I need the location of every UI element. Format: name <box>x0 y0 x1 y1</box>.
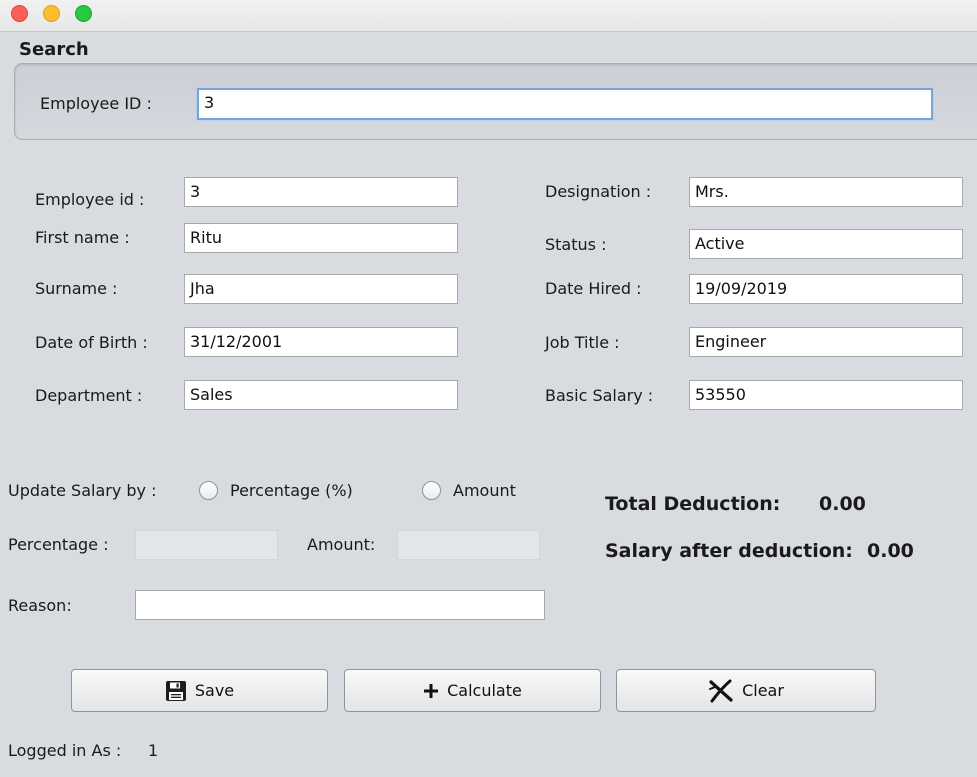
close-window-button[interactable] <box>11 5 28 22</box>
amount-radio-label[interactable]: Amount <box>453 481 516 500</box>
surname-label: Surname : <box>35 279 118 298</box>
date-of-birth-field[interactable]: 31/12/2001 <box>184 327 458 357</box>
logged-in-user-value: 1 <box>148 741 159 760</box>
surname-field[interactable]: Jha <box>184 274 458 304</box>
search-employee-id-label: Employee ID : <box>40 94 152 113</box>
job-title-field[interactable]: Engineer <box>689 327 963 357</box>
floppy-disk-icon <box>165 680 187 702</box>
amount-radio[interactable] <box>422 481 441 500</box>
salary-after-deduction-value: 0.00 <box>867 540 914 562</box>
employee-id-field[interactable]: 3 <box>184 177 458 207</box>
reason-input[interactable] <box>135 590 545 620</box>
date-hired-field[interactable]: 19/09/2019 <box>689 274 963 304</box>
designation-field[interactable]: Mrs. <box>689 177 963 207</box>
basic-salary-field[interactable]: 53550 <box>689 380 963 410</box>
total-deduction-value: 0.00 <box>819 493 866 515</box>
search-employee-id-input[interactable]: 3 <box>197 88 933 120</box>
percentage-input-label: Percentage : <box>8 535 109 554</box>
save-button-label: Save <box>194 681 235 700</box>
reason-label: Reason: <box>8 596 72 615</box>
salary-after-deduction-label: Salary after deduction: <box>605 540 853 562</box>
amount-input[interactable] <box>397 530 540 560</box>
calculate-button-label: Calculate <box>447 681 522 700</box>
x-icon <box>708 679 734 703</box>
date-hired-label: Date Hired : <box>545 279 642 298</box>
amount-input-label: Amount: <box>307 535 376 554</box>
status-label: Status : <box>545 235 607 254</box>
logged-in-as-label: Logged in As : <box>8 741 122 760</box>
employee-id-label: Employee id : <box>35 190 145 209</box>
first-name-label: First name : <box>35 228 130 247</box>
plus-icon <box>423 683 439 699</box>
search-group-title: Search <box>19 39 89 60</box>
basic-salary-label: Basic Salary : <box>545 386 654 405</box>
department-label: Department : <box>35 386 143 405</box>
designation-label: Designation : <box>545 182 652 201</box>
percentage-radio[interactable] <box>199 481 218 500</box>
window-title-bar <box>0 0 977 32</box>
calculate-button[interactable]: Calculate <box>344 669 601 712</box>
update-salary-by-label: Update Salary by : <box>8 481 157 500</box>
percentage-input[interactable] <box>135 530 278 560</box>
percentage-radio-label[interactable]: Percentage (%) <box>230 481 353 500</box>
job-title-label: Job Title : <box>545 333 620 352</box>
status-field[interactable]: Active <box>689 229 963 259</box>
clear-button-label: Clear <box>742 681 784 700</box>
date-of-birth-label: Date of Birth : <box>35 333 148 352</box>
first-name-field[interactable]: Ritu <box>184 223 458 253</box>
minimize-window-button[interactable] <box>43 5 60 22</box>
zoom-window-button[interactable] <box>75 5 92 22</box>
total-deduction-label: Total Deduction: <box>605 493 781 515</box>
save-button[interactable]: Save <box>71 669 328 712</box>
clear-button[interactable]: Clear <box>616 669 876 712</box>
department-field[interactable]: Sales <box>184 380 458 410</box>
